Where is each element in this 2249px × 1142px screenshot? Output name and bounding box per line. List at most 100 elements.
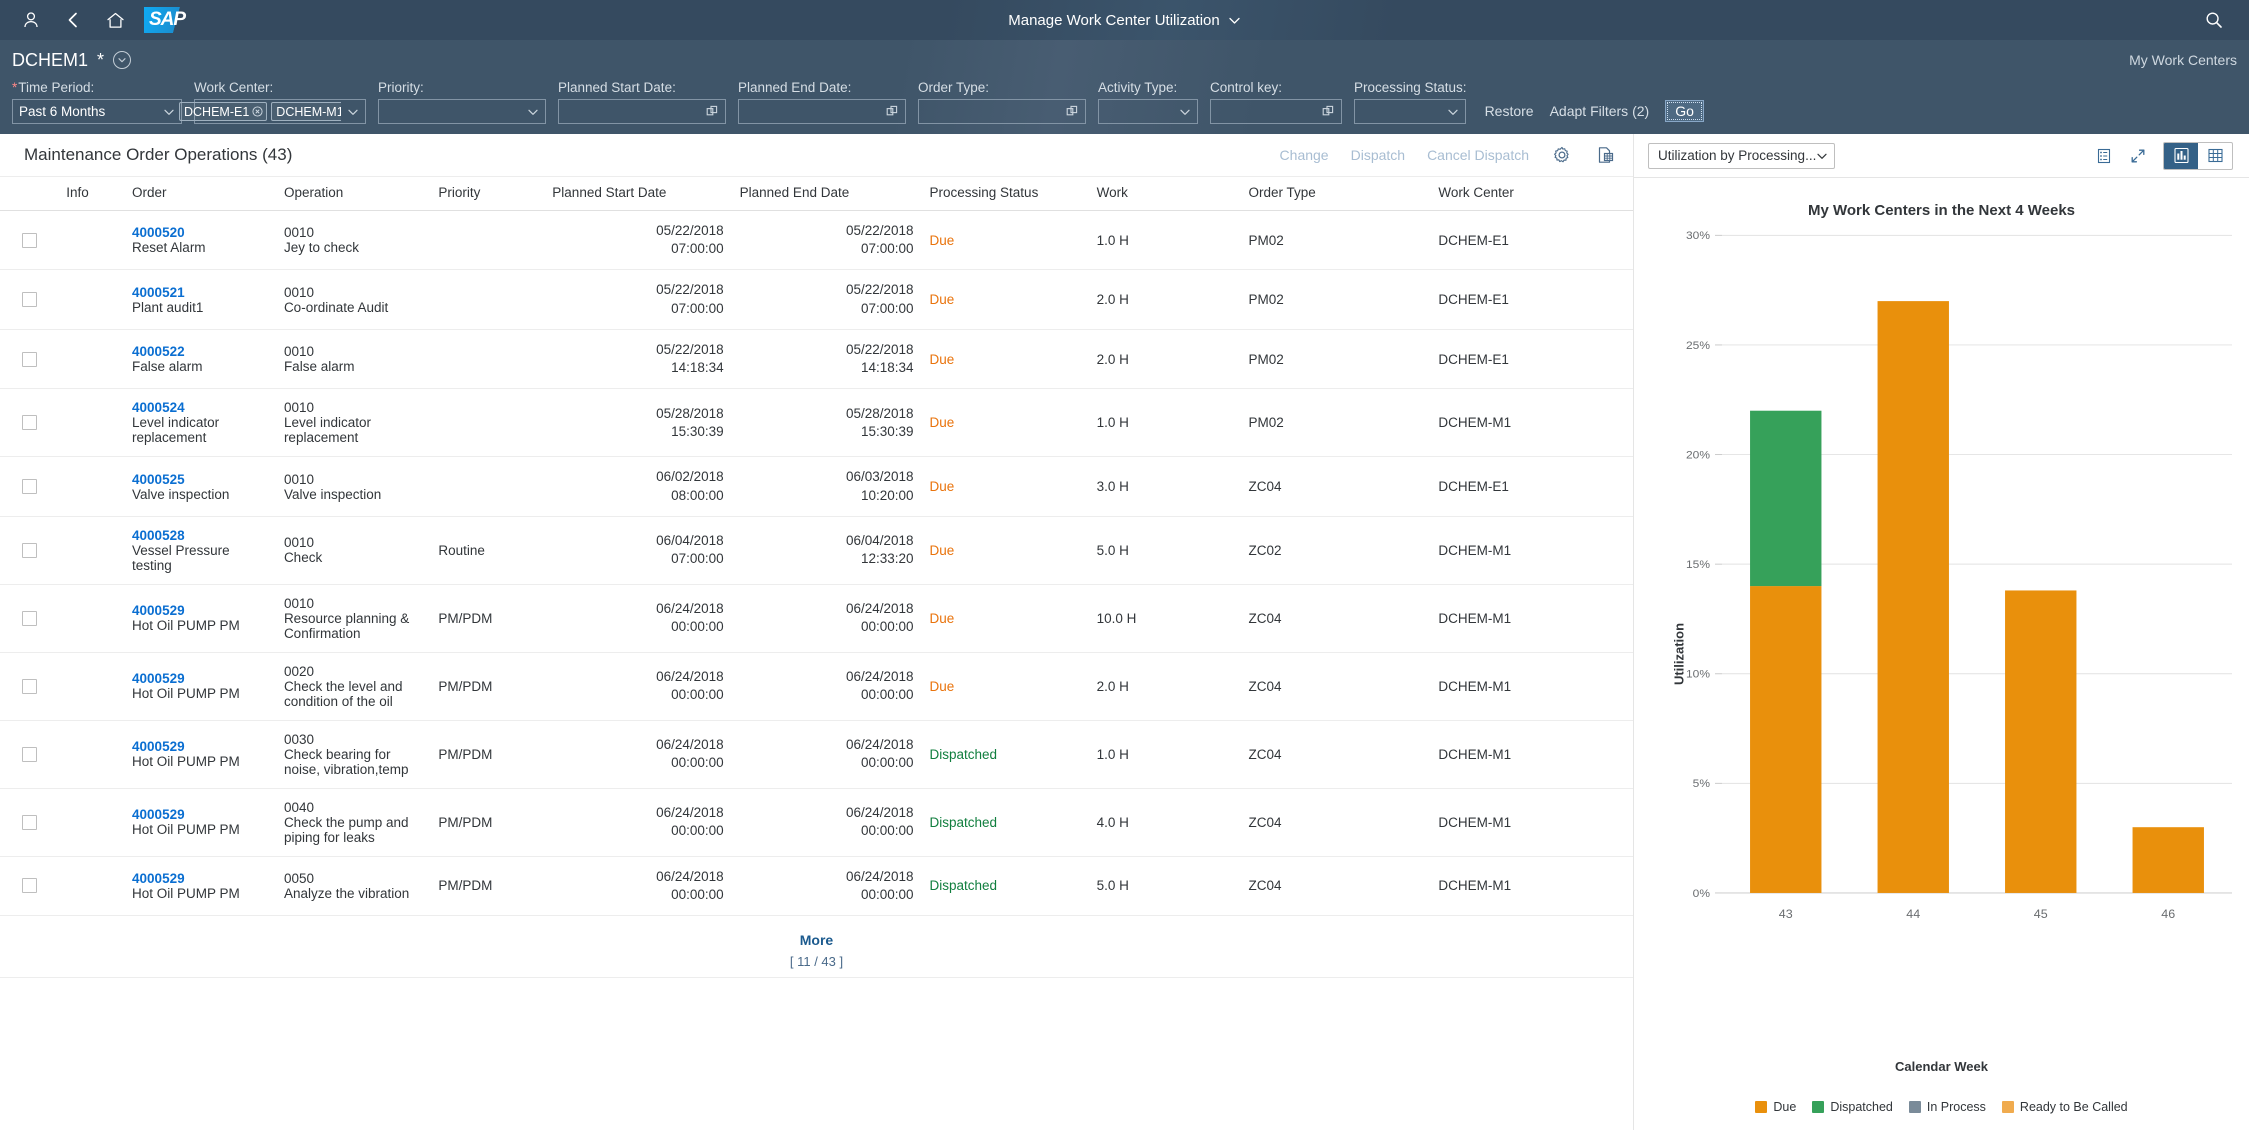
row-select-cell[interactable] [0,456,59,517]
column-header-planned-start[interactable]: Planned Start Date [544,176,732,211]
table-row[interactable]: 4000524 Level indicator replacement 0010 Le… [0,388,1633,458]
column-header-processing-status[interactable]: Processing Status [921,176,1089,211]
table-view-icon[interactable] [2198,143,2232,169]
chevron-down-icon[interactable] [527,106,539,118]
order-link[interactable]: 4000529 [132,671,268,686]
table-row[interactable]: 4000520 Reset Alarm 0010 Jey to check 05/22/… [0,210,1633,271]
row-checkbox[interactable] [22,415,37,431]
column-header-planned-end[interactable]: Planned End Date [731,176,922,211]
table-row[interactable]: 4000529 Hot Oil PUMP PM 0040 Check the pump… [0,788,1633,857]
order-link[interactable]: 4000525 [132,472,268,487]
column-header-operation[interactable]: Operation [275,176,431,211]
row-checkbox[interactable] [22,814,37,830]
chevron-down-icon[interactable] [347,106,359,118]
table-row[interactable]: 4000521 Plant audit1 0010 Co-ordinate Audit… [0,269,1633,330]
row-checkbox[interactable] [22,232,37,248]
order-link[interactable]: 4000520 [132,225,268,240]
table-row[interactable]: 4000529 Hot Oil PUMP PM 0010 Resource plann… [0,584,1633,653]
order-link[interactable]: 4000529 [132,807,268,822]
legend-item[interactable]: Due [1755,1100,1796,1114]
user-icon[interactable] [10,0,52,40]
row-select-cell[interactable] [0,720,59,789]
filter-input-priority[interactable] [378,99,546,124]
full-screen-icon[interactable] [2123,142,2153,170]
row-select-cell[interactable] [0,516,59,585]
filter-input-control-key[interactable] [1210,99,1342,124]
row-checkbox[interactable] [22,292,37,308]
filter-input-activity-type[interactable] [1098,99,1198,124]
row-checkbox[interactable] [22,746,37,762]
order-link[interactable]: 4000524 [132,400,268,415]
app-title-button[interactable]: Manage Work Center Utilization [1008,12,1240,29]
row-checkbox[interactable] [22,610,37,626]
order-link[interactable]: 4000529 [132,871,268,886]
filter-token[interactable]: DCHEM-M1 [271,102,341,121]
row-select-cell[interactable] [0,388,59,458]
order-link[interactable]: 4000529 [132,603,268,618]
value-help-icon[interactable] [1322,105,1335,118]
row-select-cell[interactable] [0,856,59,917]
order-link[interactable]: 4000529 [132,739,268,754]
go-button[interactable]: Go [1665,100,1704,122]
filter-input-processing-status[interactable] [1354,99,1466,124]
change-button[interactable]: Change [1280,147,1329,163]
table-row[interactable]: 4000529 Hot Oil PUMP PM 0050 Analyze the vi… [0,856,1633,917]
bar-segment[interactable] [2132,827,2204,893]
filter-input-work-center[interactable]: DCHEM-E1 DCHEM-M1 [179,99,366,124]
home-icon[interactable] [94,0,136,40]
row-checkbox[interactable] [22,351,37,367]
column-header-info[interactable]: Info [58,176,125,211]
sap-logo[interactable]: SAP [144,7,202,33]
row-select-cell[interactable] [0,652,59,721]
filter-token[interactable]: DCHEM-E1 [179,102,268,121]
cancel-dispatch-button[interactable]: Cancel Dispatch [1427,147,1529,163]
filter-input-planned-start-date[interactable] [558,99,726,124]
more-button[interactable]: More [0,932,1633,948]
gear-icon[interactable] [1551,144,1573,166]
column-header-order[interactable]: Order [124,176,276,211]
bar-segment[interactable] [1750,410,1822,587]
column-header-work-center[interactable]: Work Center [1430,176,1633,211]
chevron-down-icon[interactable] [1179,106,1191,118]
dispatch-button[interactable]: Dispatch [1351,147,1405,163]
legend-item[interactable]: Ready to Be Called [2001,1100,2128,1114]
back-icon[interactable] [52,0,94,40]
row-select-cell[interactable] [0,269,59,330]
row-checkbox[interactable] [22,878,37,894]
bar-chart-icon[interactable] [2164,142,2198,169]
variant-chevron-down-icon[interactable] [113,51,132,69]
row-checkbox[interactable] [22,542,37,558]
filter-input-time-period[interactable]: Past 6 Months [12,99,182,124]
column-header-priority[interactable]: Priority [430,176,545,211]
search-icon[interactable] [2193,0,2235,40]
filter-input-planned-end-date[interactable] [738,99,906,124]
order-link[interactable]: 4000522 [132,344,268,359]
column-header-order-type[interactable]: Order Type [1240,176,1431,211]
bar-segment[interactable] [1877,301,1949,893]
order-link[interactable]: 4000521 [132,285,268,300]
filter-input-order-type[interactable] [918,99,1086,124]
chart-view-select[interactable]: Utilization by Processing... [1648,142,1836,169]
table-row[interactable]: 4000529 Hot Oil PUMP PM 0020 Check the leve… [0,652,1633,721]
column-header-select[interactable] [0,176,59,211]
legend-item[interactable]: Dispatched [1812,1100,1893,1114]
legend-details-icon[interactable] [2089,142,2119,170]
row-select-cell[interactable] [0,788,59,857]
bar-segment[interactable] [1750,586,1822,893]
value-help-icon[interactable] [706,105,719,118]
row-checkbox[interactable] [22,479,37,495]
chevron-down-icon[interactable] [163,106,175,118]
chart-plot[interactable]: 0% 5% 10% 15% 20% 25% 30% 43 44 45 46 [1634,178,2249,1130]
bar-segment[interactable] [2005,590,2077,893]
variant-management[interactable]: DCHEM1 * [12,50,132,71]
my-work-centers-link[interactable]: My Work Centers [2129,52,2237,68]
table-row[interactable]: 4000525 Valve inspection 0010 Valve inspect… [0,456,1633,517]
adapt-filters-button[interactable]: Adapt Filters (2) [1550,103,1650,119]
value-help-icon[interactable] [1066,105,1079,118]
table-row[interactable]: 4000522 False alarm 0010 False alarm 05/22/2… [0,329,1633,390]
legend-item[interactable]: In Process [1908,1100,1986,1114]
row-select-cell[interactable] [0,329,59,390]
chevron-down-icon[interactable] [1447,106,1459,118]
table-row[interactable]: 4000528 Vessel Pressure testing 0010 Check R… [0,516,1633,585]
order-link[interactable]: 4000528 [132,528,268,543]
